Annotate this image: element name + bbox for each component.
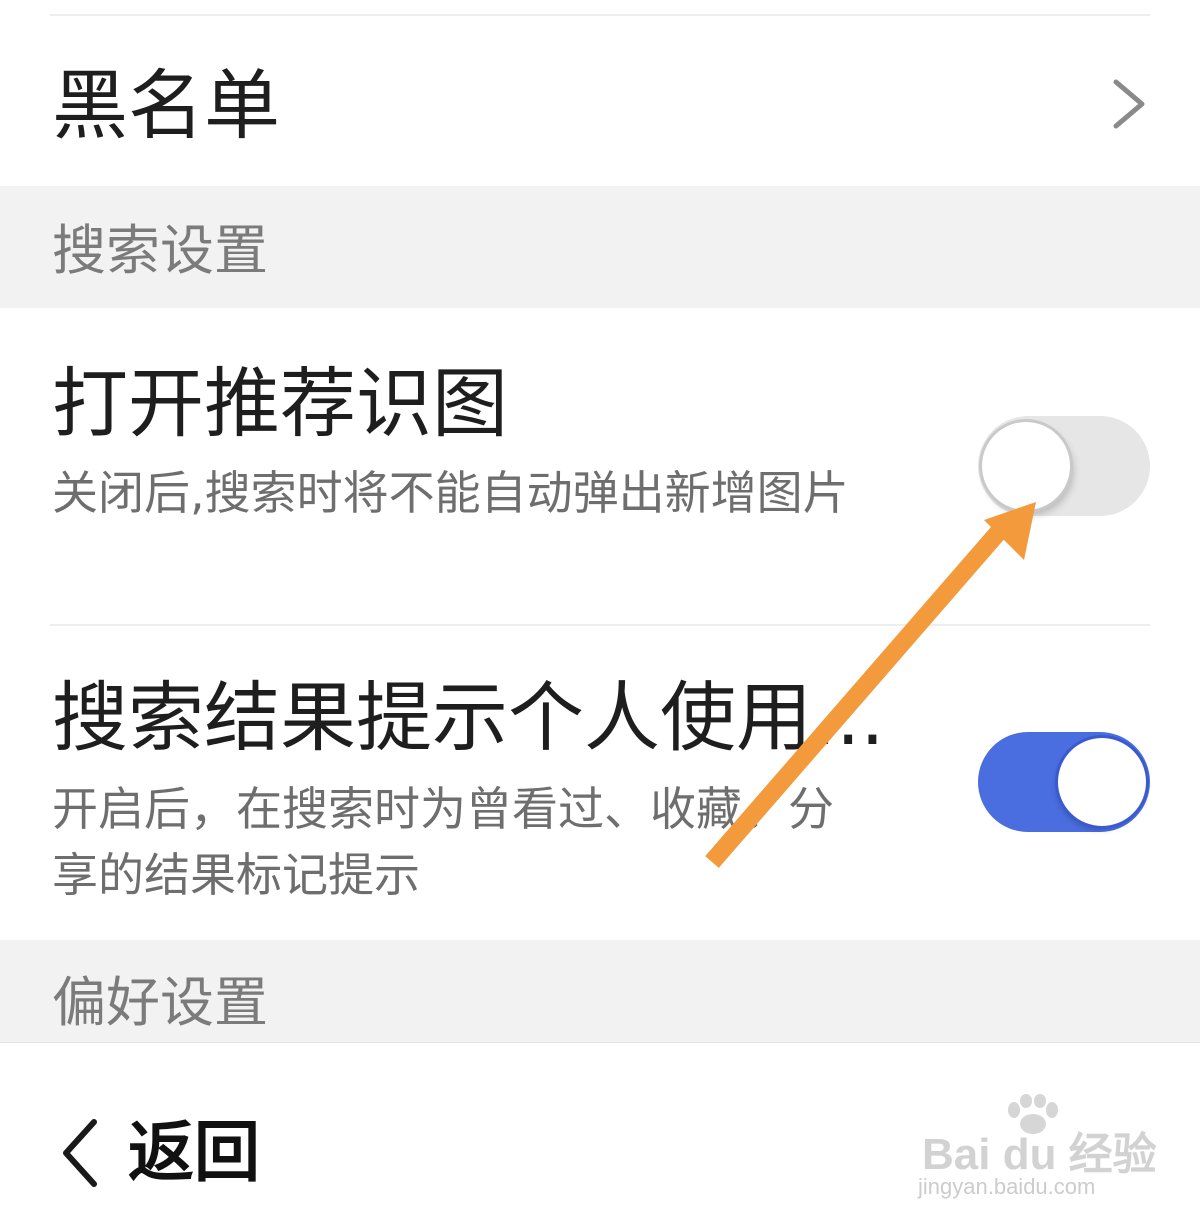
blacklist-row[interactable]: 黑名单	[0, 16, 1200, 186]
watermark-url: jingyan.baidu.com	[918, 1174, 1096, 1199]
setting-description: 开启后，在搜索时为曾看过、收藏、分享的结果标记提示	[52, 782, 834, 902]
section-title-preferences: 偏好设置	[52, 971, 268, 1034]
personal-hint-toggle[interactable]	[978, 732, 1150, 832]
blacklist-title: 黑名单	[52, 61, 280, 150]
setting-row-personal-hint: 搜索结果提示个人使用... 开启后，在搜索时为曾看过、收藏、分享的结果标记提示	[0, 626, 1200, 940]
recommend-image-toggle[interactable]	[978, 416, 1150, 516]
back-button[interactable]: 返回	[60, 1108, 260, 1198]
toggle-knob	[982, 422, 1070, 510]
preferences-section: 偏好设置	[0, 940, 1200, 1042]
watermark-brand: Bai du 经验	[922, 1130, 1157, 1179]
setting-title: 打开推荐识图	[52, 359, 508, 448]
baidu-jingyan-watermark: Bai du 经验 jingyan.baidu.com	[918, 1094, 1158, 1204]
footer-divider	[0, 1042, 1200, 1043]
setting-row-recommend-image: 打开推荐识图 关闭后,搜索时将不能自动弹出新增图片	[0, 308, 1200, 624]
chevron-right-icon	[1113, 79, 1145, 129]
back-label: 返回	[128, 1114, 260, 1191]
setting-title: 搜索结果提示个人使用...	[52, 673, 885, 762]
toggle-knob	[1058, 738, 1146, 826]
chevron-left-icon	[63, 1119, 97, 1187]
section-title-search: 搜索设置	[52, 219, 268, 282]
search-settings-section: 搜索设置	[0, 186, 1200, 308]
setting-description: 关闭后,搜索时将不能自动弹出新增图片	[52, 466, 849, 520]
